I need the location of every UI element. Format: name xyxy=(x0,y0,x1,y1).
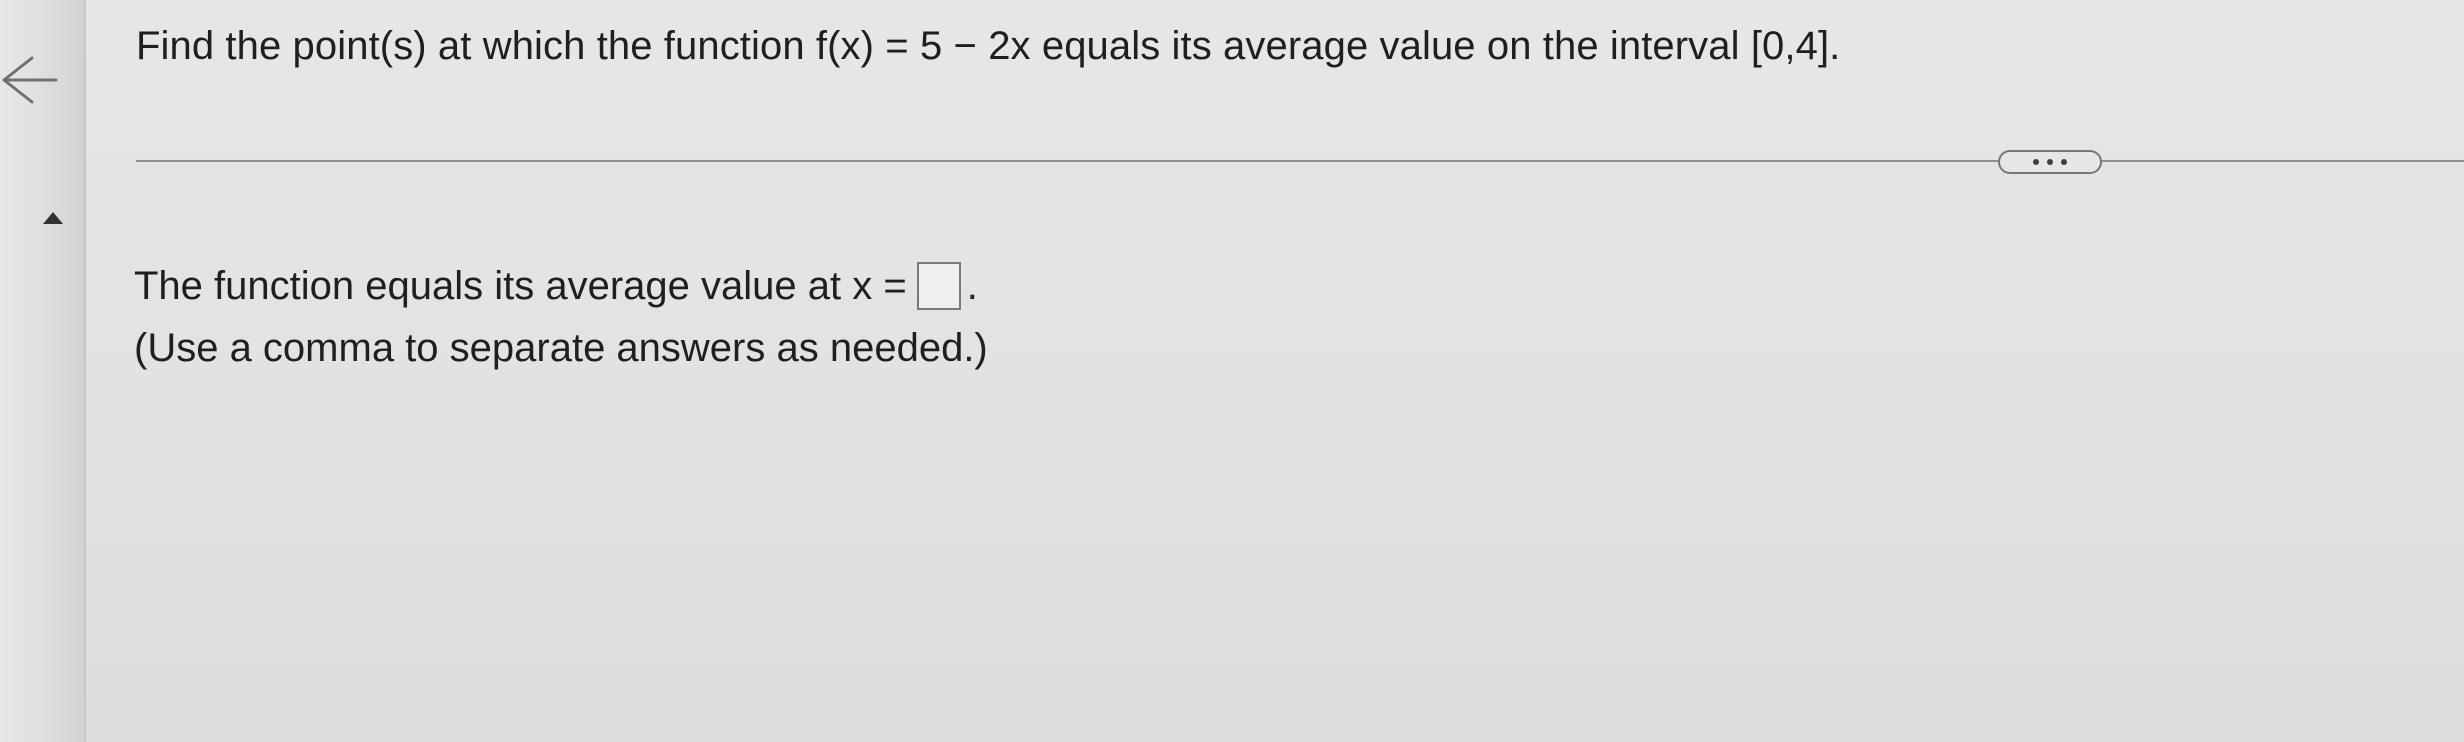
ellipsis-dot xyxy=(2061,159,2067,165)
answer-suffix: . xyxy=(966,264,978,308)
ellipsis-dot xyxy=(2047,159,2053,165)
back-arrow-icon[interactable] xyxy=(0,50,62,110)
section-divider xyxy=(136,160,2464,162)
answer-line: The function equals its average value at… xyxy=(134,260,978,312)
caret-up-icon[interactable] xyxy=(42,210,64,226)
left-rail xyxy=(0,0,86,742)
answer-hint: (Use a comma to separate answers as need… xyxy=(134,326,988,370)
more-options-button[interactable] xyxy=(1998,150,2102,174)
answer-prompt: The function equals its average value at… xyxy=(134,264,907,308)
question-text: Find the point(s) at which the function … xyxy=(136,24,1841,68)
answer-input[interactable] xyxy=(916,262,961,310)
ellipsis-dot xyxy=(2033,159,2039,165)
